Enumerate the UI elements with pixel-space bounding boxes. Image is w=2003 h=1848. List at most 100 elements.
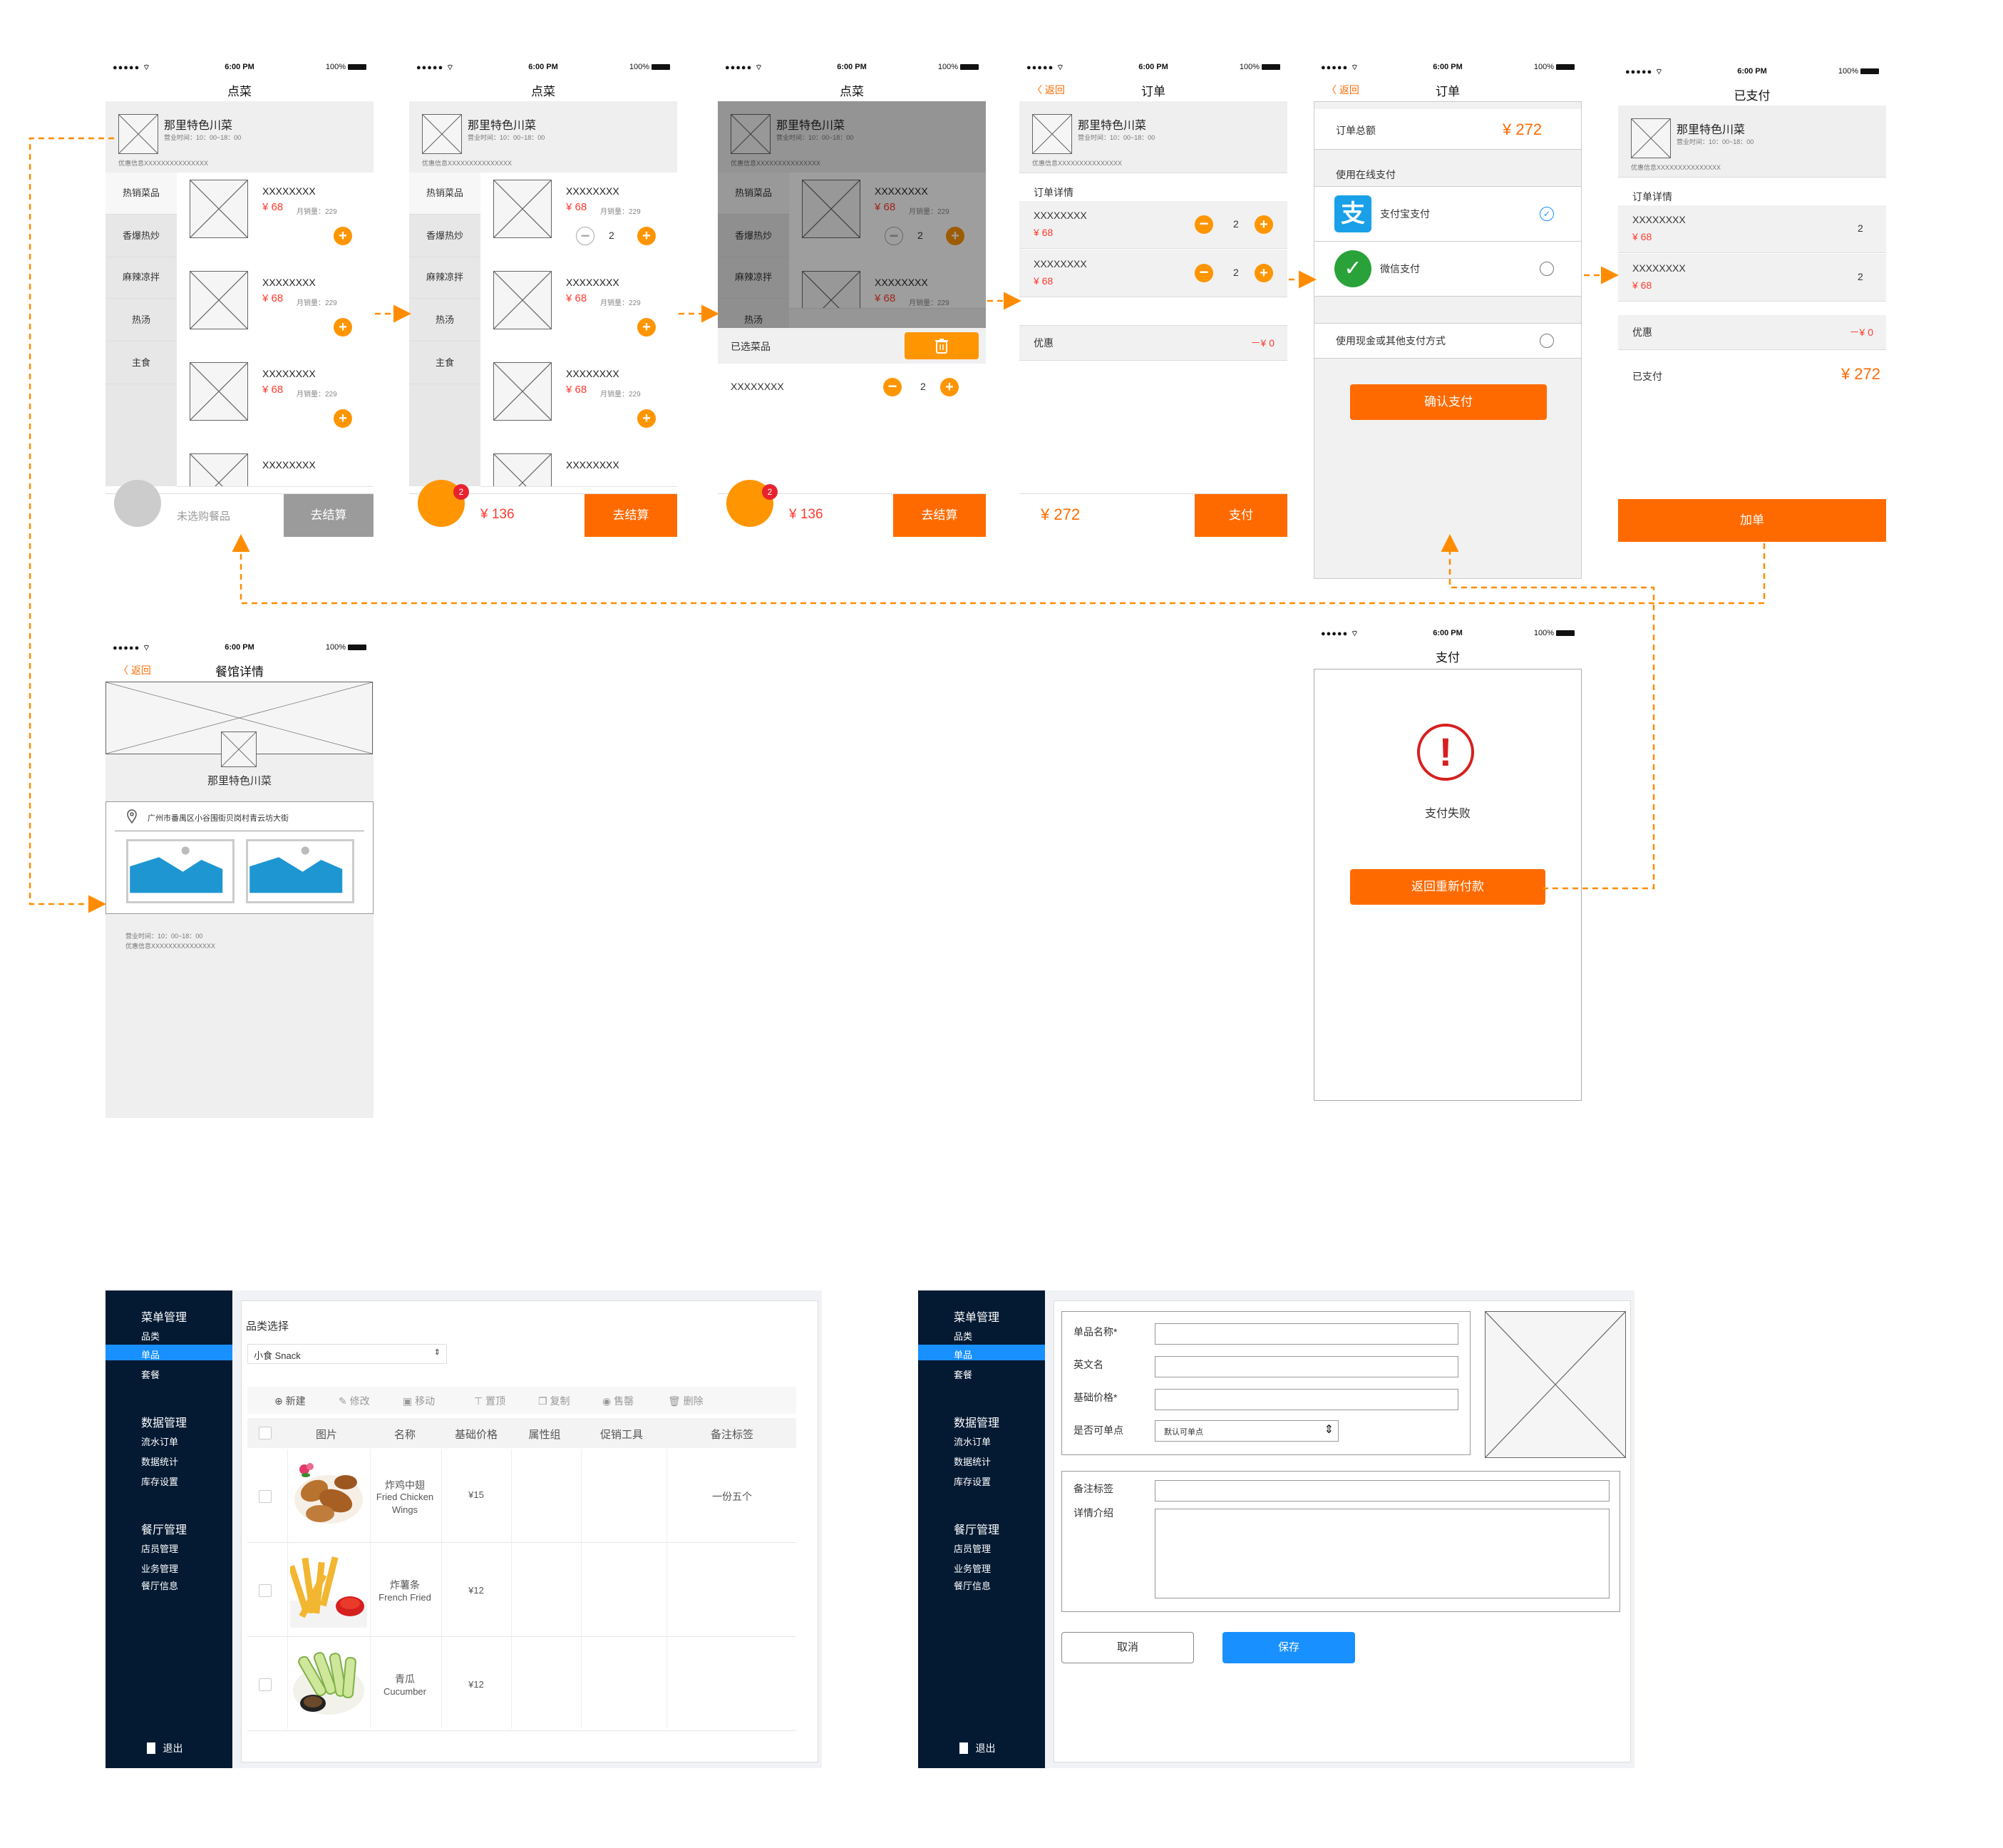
sidebar-heading-restaurant: 餐厅管理	[141, 1524, 187, 1536]
select-all-checkbox[interactable]	[259, 1427, 272, 1439]
orderable-label: 是否可单点	[1073, 1424, 1123, 1436]
table-row[interactable]: 青瓜 Cucumber ¥12	[247, 1638, 796, 1731]
sidebar-item-stats[interactable]: 数据统计	[141, 1454, 178, 1468]
product-name-en: Fried Chicken Wings	[376, 1492, 434, 1515]
column-divider	[581, 1449, 582, 1729]
sidebar-item-category[interactable]: 品类	[141, 1329, 160, 1343]
column-header: 图片	[315, 1429, 337, 1441]
admin-product-form: 菜单管理 品类 单品 套餐 数据管理 流水订单 数据统计 库存设置 餐厅管理 店…	[918, 1290, 1634, 1768]
tag-label: 备注标签	[1073, 1483, 1113, 1494]
logout-button[interactable]: 退出	[959, 1741, 995, 1755]
product-name-cn: 青瓜	[395, 1673, 415, 1685]
toolbar-delete[interactable]: 🗑 删除	[668, 1394, 704, 1408]
name-label: 单品名称*	[1073, 1326, 1118, 1338]
copy-icon: ❐	[538, 1395, 550, 1407]
toolbar: ⊕ 新建 ✎ 修改 ▣ 移动 ⊤ 置顶 ❐ 复制 ◉ 售罄 🗑 删除	[247, 1387, 796, 1414]
logout-button[interactable]: 退出	[147, 1741, 182, 1755]
column-divider	[441, 1449, 442, 1729]
en-name-input[interactable]	[1155, 1356, 1458, 1377]
trash-icon: 🗑	[668, 1395, 684, 1407]
column-divider	[370, 1449, 371, 1729]
intro-label: 详情介绍	[1073, 1507, 1113, 1519]
toolbar-new[interactable]: ⊕ 新建	[274, 1394, 306, 1408]
toolbar-copy[interactable]: ❐ 复制	[538, 1394, 570, 1408]
product-image-placeholder[interactable]	[1485, 1311, 1626, 1458]
sidebar-item-inventory[interactable]: 库存设置	[141, 1474, 178, 1488]
sidebar-item-info[interactable]: 餐厅信息	[141, 1578, 178, 1592]
column-divider	[666, 1449, 667, 1729]
table-row[interactable]: 炸鸡中翅 Fried Chicken Wings ¥15 一份五个	[247, 1449, 796, 1543]
admin-sidebar: 菜单管理 品类 单品 套餐 数据管理 流水订单 数据统计 库存设置 餐厅管理 店…	[918, 1290, 1045, 1768]
sidebar-heading-menu: 菜单管理	[954, 1312, 1000, 1324]
tag-input[interactable]	[1155, 1480, 1610, 1502]
category-select-label: 品类选择	[246, 1320, 289, 1333]
sidebar-item-stats[interactable]: 数据统计	[954, 1454, 991, 1468]
price-label: 基础价格*	[1073, 1392, 1118, 1403]
sidebar-item-combo[interactable]: 套餐	[141, 1367, 160, 1381]
food-image-french-fries	[288, 1551, 367, 1628]
toolbar-move[interactable]: ▣ 移动	[403, 1394, 435, 1408]
sidebar-item-info[interactable]: 餐厅信息	[954, 1578, 991, 1592]
food-image-chicken-wings	[290, 1457, 367, 1534]
sidebar-item-product[interactable]: 单品	[954, 1348, 972, 1361]
row-checkbox[interactable]	[259, 1678, 272, 1691]
sidebar-item-selected-bg	[105, 1345, 232, 1360]
orderable-select[interactable]: 默认可单点 ⇕	[1155, 1420, 1339, 1442]
logout-icon	[147, 1742, 155, 1754]
cancel-button[interactable]: 取消	[1061, 1632, 1194, 1663]
sidebar-item-staff[interactable]: 店员管理	[141, 1541, 178, 1555]
name-input[interactable]	[1155, 1323, 1458, 1345]
logout-icon	[959, 1742, 968, 1754]
save-button[interactable]: 保存	[1222, 1632, 1355, 1663]
toolbar-edit[interactable]: ✎ 修改	[339, 1394, 370, 1408]
form-main: 单品名称* 英文名 基础价格* 是否可单点 默认可单点 ⇕ 备注标签 详情介绍 …	[1054, 1300, 1631, 1762]
en-name-label: 英文名	[1073, 1359, 1103, 1370]
product-name-cn: 炸鸡中翅	[385, 1479, 425, 1491]
sidebar-item-orders[interactable]: 流水订单	[954, 1434, 991, 1448]
sidebar-heading-restaurant: 餐厅管理	[954, 1524, 1000, 1536]
sidebar-item-combo[interactable]: 套餐	[954, 1367, 972, 1381]
category-select[interactable]: 小食 Snack ⇕	[247, 1344, 447, 1364]
table-row[interactable]: 炸薯条 French Fried ¥12	[247, 1544, 796, 1637]
intro-textarea[interactable]	[1155, 1509, 1610, 1598]
sidebar-item-inventory[interactable]: 库存设置	[954, 1474, 991, 1488]
sidebar-item-business[interactable]: 业务管理	[141, 1561, 178, 1575]
sidebar-item-product[interactable]: 单品	[141, 1348, 160, 1361]
select-arrows-icon: ⇕	[1324, 1424, 1334, 1436]
extra-info-box: 备注标签 详情介绍	[1061, 1471, 1620, 1612]
sidebar-item-selected-bg	[918, 1345, 1045, 1360]
toolbar-pin[interactable]: ⊤ 置顶	[474, 1394, 505, 1408]
edit-icon: ✎	[339, 1395, 350, 1407]
product-tag: 一份五个	[712, 1491, 752, 1502]
column-header: 名称	[393, 1429, 416, 1441]
row-checkbox[interactable]	[259, 1490, 272, 1503]
sidebar-heading-menu: 菜单管理	[141, 1312, 187, 1324]
toolbar-soldout[interactable]: ◉ 售罄	[602, 1394, 634, 1408]
price-input[interactable]	[1155, 1389, 1458, 1410]
row-checkbox[interactable]	[259, 1584, 272, 1597]
column-header: 基础价格	[454, 1429, 498, 1441]
basic-info-box: 单品名称* 英文名 基础价格* 是否可单点 默认可单点 ⇕	[1061, 1311, 1471, 1455]
select-arrows-icon: ⇕	[433, 1348, 441, 1357]
product-price: ¥12	[468, 1585, 484, 1596]
sidebar-item-orders[interactable]: 流水订单	[141, 1434, 178, 1448]
admin-main: 品类选择 小食 Snack ⇕ ⊕ 新建 ✎ 修改 ▣ 移动 ⊤ 置顶 ❐ 复制…	[241, 1300, 818, 1762]
plus-circle-icon: ⊕	[274, 1395, 286, 1407]
sidebar-item-category[interactable]: 品类	[954, 1329, 972, 1343]
table-header: 图片 名称 基础价格 属性组 促销工具 备注标签	[247, 1418, 796, 1448]
sidebar-item-staff[interactable]: 店员管理	[954, 1541, 991, 1555]
admin-product-list: 菜单管理 品类 单品 套餐 数据管理 流水订单 数据统计 库存设置 餐厅管理 店…	[105, 1290, 822, 1768]
sidebar-heading-data: 数据管理	[954, 1417, 1000, 1429]
sidebar-item-business[interactable]: 业务管理	[954, 1561, 991, 1575]
sidebar-heading-data: 数据管理	[141, 1417, 187, 1429]
product-name-en: French Fried	[379, 1592, 431, 1603]
admin-sidebar: 菜单管理 品类 单品 套餐 数据管理 流水订单 数据统计 库存设置 餐厅管理 店…	[105, 1290, 232, 1768]
product-name-en: Cucumber	[383, 1686, 426, 1697]
product-price: ¥12	[468, 1679, 484, 1690]
product-name-cn: 炸薯条	[390, 1579, 420, 1591]
column-divider	[287, 1449, 288, 1729]
move-icon: ▣	[403, 1395, 416, 1407]
food-image-cucumber	[290, 1645, 367, 1722]
column-header: 备注标签	[710, 1429, 753, 1441]
column-header: 属性组	[528, 1429, 561, 1441]
